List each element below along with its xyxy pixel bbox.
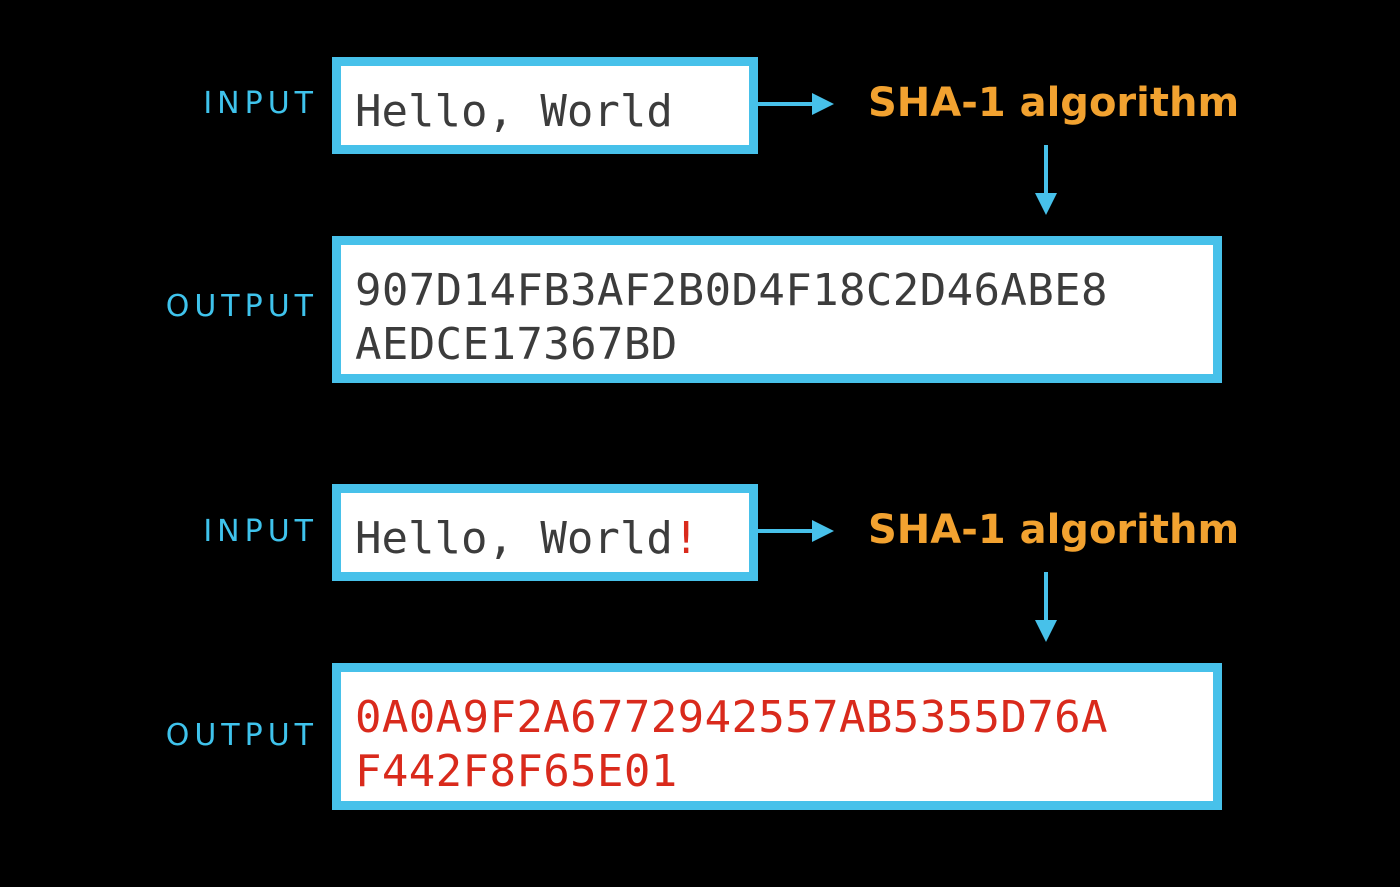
- output-box-1: 907D14FB3AF2B0D4F18C2D46ABE8 AEDCE17367B…: [332, 236, 1222, 383]
- algorithm-label-1: SHA-1 algorithm: [868, 80, 1240, 126]
- right-arrow-2: [758, 520, 834, 542]
- output-hash-line-2a: 0A0A9F2A6772942557AB5355D76A: [355, 692, 1108, 743]
- input-box-1: Hello, World: [332, 57, 758, 154]
- input-label-1: INPUT: [203, 86, 318, 121]
- input-text-1: Hello, World: [355, 86, 673, 137]
- input-label-2: INPUT: [203, 514, 318, 549]
- input-changed-char: !: [672, 513, 700, 564]
- input-text-2-base: Hello, World: [355, 513, 673, 564]
- output-hash-line-1b: AEDCE17367BD: [355, 319, 678, 370]
- output-box-2: 0A0A9F2A6772942557AB5355D76A F442F8F65E0…: [332, 663, 1222, 810]
- output-label-1: OUTPUT: [165, 289, 318, 324]
- input-box-2: Hello, World!: [332, 484, 758, 581]
- input-text-2: Hello, World!: [355, 514, 699, 564]
- output-hash-line-2b: F442F8F65E01: [355, 746, 678, 797]
- right-arrow-1: [758, 93, 834, 115]
- output-hash-line-1a: 907D14FB3AF2B0D4F18C2D46ABE8: [355, 265, 1108, 316]
- algorithm-label-2: SHA-1 algorithm: [868, 507, 1240, 553]
- down-arrow-2: [1035, 572, 1057, 642]
- output-label-2: OUTPUT: [165, 718, 318, 753]
- down-arrow-1: [1035, 145, 1057, 215]
